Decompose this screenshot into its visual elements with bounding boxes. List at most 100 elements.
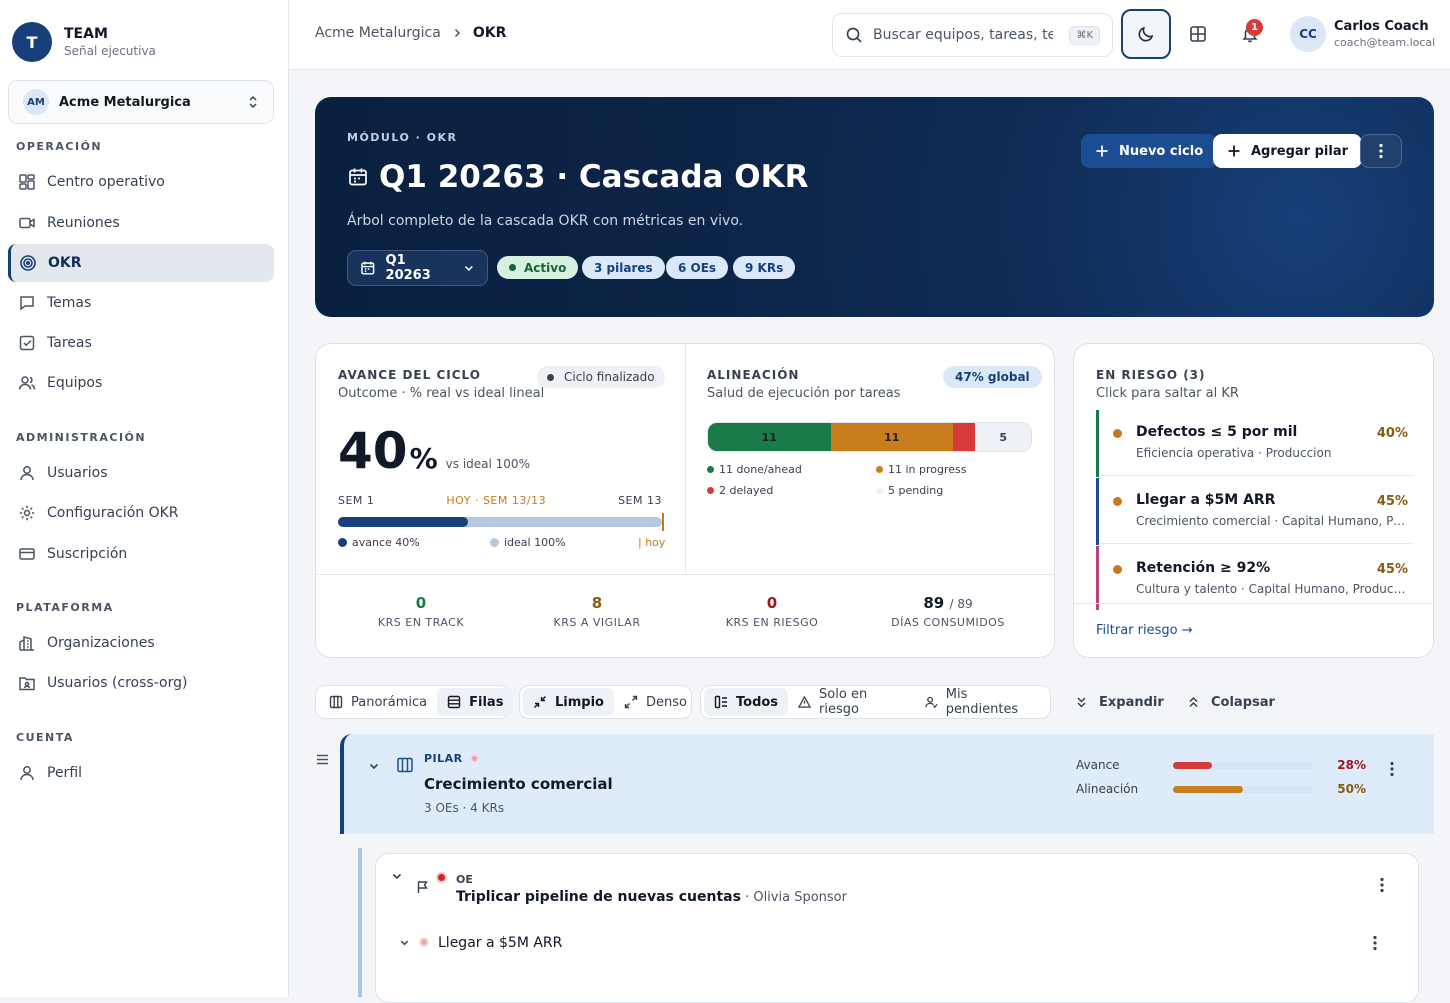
filter-solo-riesgo-button[interactable]: Solo en riesgo: [788, 687, 915, 717]
search-input[interactable]: [873, 27, 1053, 43]
status-badge-label: Activo: [524, 260, 567, 275]
legend-hoy: | hoy: [638, 536, 666, 549]
pilar-status-dot: [469, 754, 479, 763]
risk-item[interactable]: Llegar a $5M ARR Crecimiento comercial ·…: [1096, 478, 1412, 545]
expand-all-button[interactable]: Expandir: [1076, 685, 1164, 719]
apps-button[interactable]: [1173, 9, 1223, 59]
user-name: Carlos Coach: [1334, 19, 1429, 34]
sidebar-item-tareas[interactable]: Tareas: [8, 324, 274, 362]
add-pilar-button[interactable]: Agregar pilar: [1213, 134, 1363, 168]
nav-section-administracion: ADMINISTRACIÓN: [16, 431, 147, 444]
filter-solo-riesgo-label: Solo en riesgo: [819, 687, 868, 717]
oe-kicker: OE: [456, 873, 473, 886]
filter-risk-link[interactable]: Filtrar riesgo →: [1096, 623, 1193, 638]
user-check-icon: [925, 696, 938, 709]
pilar-alineacion-metric: Alineación 50%: [1076, 782, 1366, 798]
pilar-row[interactable]: PILAR Crecimiento comercial 3 OEs · 4 KR…: [340, 734, 1434, 834]
new-cycle-button[interactable]: Nuevo ciclo: [1081, 134, 1218, 168]
risk-dot: [1113, 497, 1122, 506]
sidebar-item-temas[interactable]: Temas: [8, 284, 274, 322]
sidebar-item-usuarios-cross-org[interactable]: Usuarios (cross-org): [8, 664, 274, 702]
pilar-avance-track: [1173, 762, 1313, 769]
nav-section-plataforma: PLATAFORMA: [16, 601, 114, 614]
sidebar-item-configuracion-okr[interactable]: Configuración OKR: [8, 494, 274, 532]
pilar-avance-metric: Avance 28%: [1076, 758, 1366, 774]
oe-owner: · Olivia Sponsor: [740, 890, 847, 905]
chevron-down-icon[interactable]: [368, 760, 380, 772]
stat-label: KRS EN RIESGO: [725, 616, 819, 629]
brand-title: TEAM: [64, 26, 108, 42]
user-menu[interactable]: CC Carlos Coach coach@team.local: [1290, 16, 1435, 52]
density-denso-button[interactable]: Denso: [614, 688, 697, 716]
sidebar-item-usuarios[interactable]: Usuarios: [8, 454, 274, 492]
columns-icon: [329, 695, 343, 709]
alineacion-segment: [953, 423, 976, 451]
view-toggle-group: Panorámica Filas: [315, 685, 514, 719]
view-filas-button[interactable]: Filas: [437, 688, 514, 716]
legend-delayed-label: 2 delayed: [719, 484, 774, 497]
risk-item-bar: [1096, 478, 1099, 545]
density-limpio-label: Limpio: [555, 694, 604, 710]
pilar-subtitle: 3 OEs · 4 KRs: [424, 801, 505, 815]
legend-avance-label: avance 40%: [352, 536, 420, 549]
sidebar-item-perfil[interactable]: Perfil: [8, 754, 274, 792]
org-selector[interactable]: AM Acme Metalurgica: [8, 80, 274, 124]
breadcrumb-root[interactable]: Acme Metalurgica: [315, 25, 441, 41]
density-limpio-button[interactable]: Limpio: [523, 688, 614, 716]
stat-value: 8: [591, 594, 603, 612]
legend-delayed: 2 delayed: [707, 484, 773, 497]
chevron-down-icon[interactable]: [391, 870, 403, 882]
stat-label: DÍAS CONSUMIDOS: [891, 616, 1005, 629]
risk-item[interactable]: Retención ≥ 92% Cultura y talento · Capi…: [1096, 546, 1412, 610]
sidebar-item-label: Tareas: [47, 335, 92, 351]
pilar-avance-pct: 28%: [1337, 758, 1366, 772]
hero-banner: MÓDULO · OKR Q1 20263 · Cascada OKR Árbo…: [315, 97, 1434, 317]
oe-title: Triplicar pipeline de nuevas cuentas · O…: [456, 889, 847, 905]
avance-progress-bar: [338, 513, 664, 531]
sidebar-item-centro-operativo[interactable]: Centro operativo: [8, 163, 274, 201]
oe-row[interactable]: OE Triplicar pipeline de nuevas cuentas …: [375, 853, 1419, 1003]
legend-ideal: ideal 100%: [490, 536, 566, 549]
cycle-selector-value: Q1 20263: [385, 253, 431, 283]
kebab-icon[interactable]: [1380, 877, 1384, 893]
chevron-right-icon: [454, 28, 460, 38]
risk-dot: [1113, 565, 1122, 574]
oe-status-dot: [436, 872, 447, 883]
legend-avance: avance 40%: [338, 536, 420, 549]
brand[interactable]: T TEAM Señal ejecutiva: [12, 22, 156, 62]
pillar-icon: [397, 757, 413, 773]
risk-item[interactable]: Defectos ≤ 5 por mil Eficiencia operativ…: [1096, 410, 1412, 477]
week-start: SEM 1: [338, 494, 375, 507]
sidebar-item-okr[interactable]: OKR: [8, 244, 274, 282]
kebab-icon[interactable]: [1390, 761, 1394, 777]
theme-toggle-button[interactable]: [1121, 9, 1171, 59]
view-panoramica-button[interactable]: Panorámica: [319, 688, 437, 716]
more-options-button[interactable]: [1360, 134, 1402, 168]
legend-ideal-label: ideal 100%: [504, 536, 566, 549]
kr-title: Llegar a $5M ARR: [438, 935, 563, 951]
drag-handle-icon[interactable]: [316, 753, 329, 766]
legend-in-progress-label: 11 in progress: [888, 463, 967, 476]
kebab-icon[interactable]: [1373, 935, 1377, 951]
filter-todos-button[interactable]: Todos: [704, 688, 789, 716]
filter-mis-pendientes-button[interactable]: Mis pendientes: [915, 687, 1047, 717]
avatar: CC: [1290, 16, 1326, 52]
cycle-selector[interactable]: Q1 20263: [347, 250, 488, 286]
collapse-all-button[interactable]: Colapsar: [1188, 685, 1275, 719]
pilares-count-chip: 3 pilares: [582, 256, 665, 279]
sidebar-item-label: Centro operativo: [47, 174, 165, 190]
divider: [685, 344, 686, 574]
sidebar-item-suscripcion[interactable]: Suscripción: [8, 535, 274, 573]
sidebar-item-organizaciones[interactable]: Organizaciones: [8, 624, 274, 662]
chevron-down-icon[interactable]: [399, 937, 410, 948]
building-icon: [19, 636, 34, 651]
stat-krs-en-riesgo: 0 KRS EN RIESGO: [687, 594, 857, 629]
sidebar-item-reuniones[interactable]: Reuniones: [8, 204, 274, 242]
pilar-avance-label: Avance: [1076, 758, 1120, 772]
notifications-button[interactable]: 1: [1225, 9, 1275, 59]
sidebar-item-label: Perfil: [47, 765, 83, 781]
sidebar-item-equipos[interactable]: Equipos: [8, 364, 274, 402]
density-denso-label: Denso: [645, 694, 687, 710]
stat-label: KRS EN TRACK: [377, 616, 465, 629]
search-box[interactable]: ⌘K: [832, 13, 1113, 57]
